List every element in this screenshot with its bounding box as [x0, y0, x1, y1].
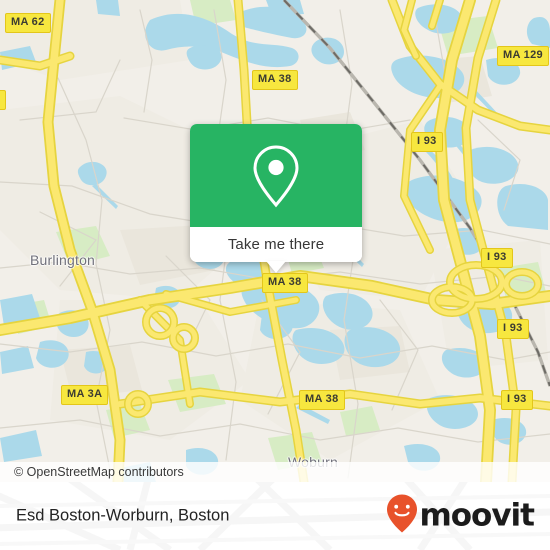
page-title: Esd Boston-Worburn, Boston	[16, 506, 230, 525]
road-shield: MA 38	[299, 390, 345, 410]
popup-action-area[interactable]: Take me there	[190, 227, 362, 262]
road-shield: I 93	[411, 132, 443, 152]
footer-bar: Esd Boston-Worburn, Boston moovit	[0, 482, 550, 550]
popup-pointer	[266, 261, 286, 273]
road-shield: MA 38	[262, 273, 308, 293]
moovit-pin-icon	[387, 494, 418, 538]
road-shield: I 93	[497, 319, 529, 339]
location-popup-card[interactable]: Take me there	[190, 124, 362, 273]
attribution-bar: © OpenStreetMap contributors	[0, 462, 550, 482]
take-me-there-button[interactable]: Take me there	[228, 236, 324, 253]
map-screenshot-root: MA 62 2 MA 38 MA 129 I 93 I 93 MA 38 I 9…	[0, 0, 550, 550]
map-pin-icon	[250, 143, 302, 209]
road-shield: I 93	[501, 390, 533, 410]
map-viewport[interactable]: MA 62 2 MA 38 MA 129 I 93 I 93 MA 38 I 9…	[0, 0, 550, 482]
popup-icon-area	[190, 124, 362, 227]
moovit-wordmark: moovit	[419, 497, 535, 534]
place-label-burlington: Burlington	[30, 252, 96, 268]
moovit-logo[interactable]: moovit	[387, 494, 535, 538]
road-shield: MA 129	[497, 46, 549, 66]
road-shield: I 93	[481, 248, 513, 268]
osm-attribution[interactable]: © OpenStreetMap contributors	[0, 465, 184, 479]
road-shield: 2	[0, 90, 7, 110]
road-shield: MA 3A	[61, 385, 109, 405]
road-shield: MA 62	[5, 13, 51, 33]
road-shield: MA 38	[252, 70, 298, 90]
